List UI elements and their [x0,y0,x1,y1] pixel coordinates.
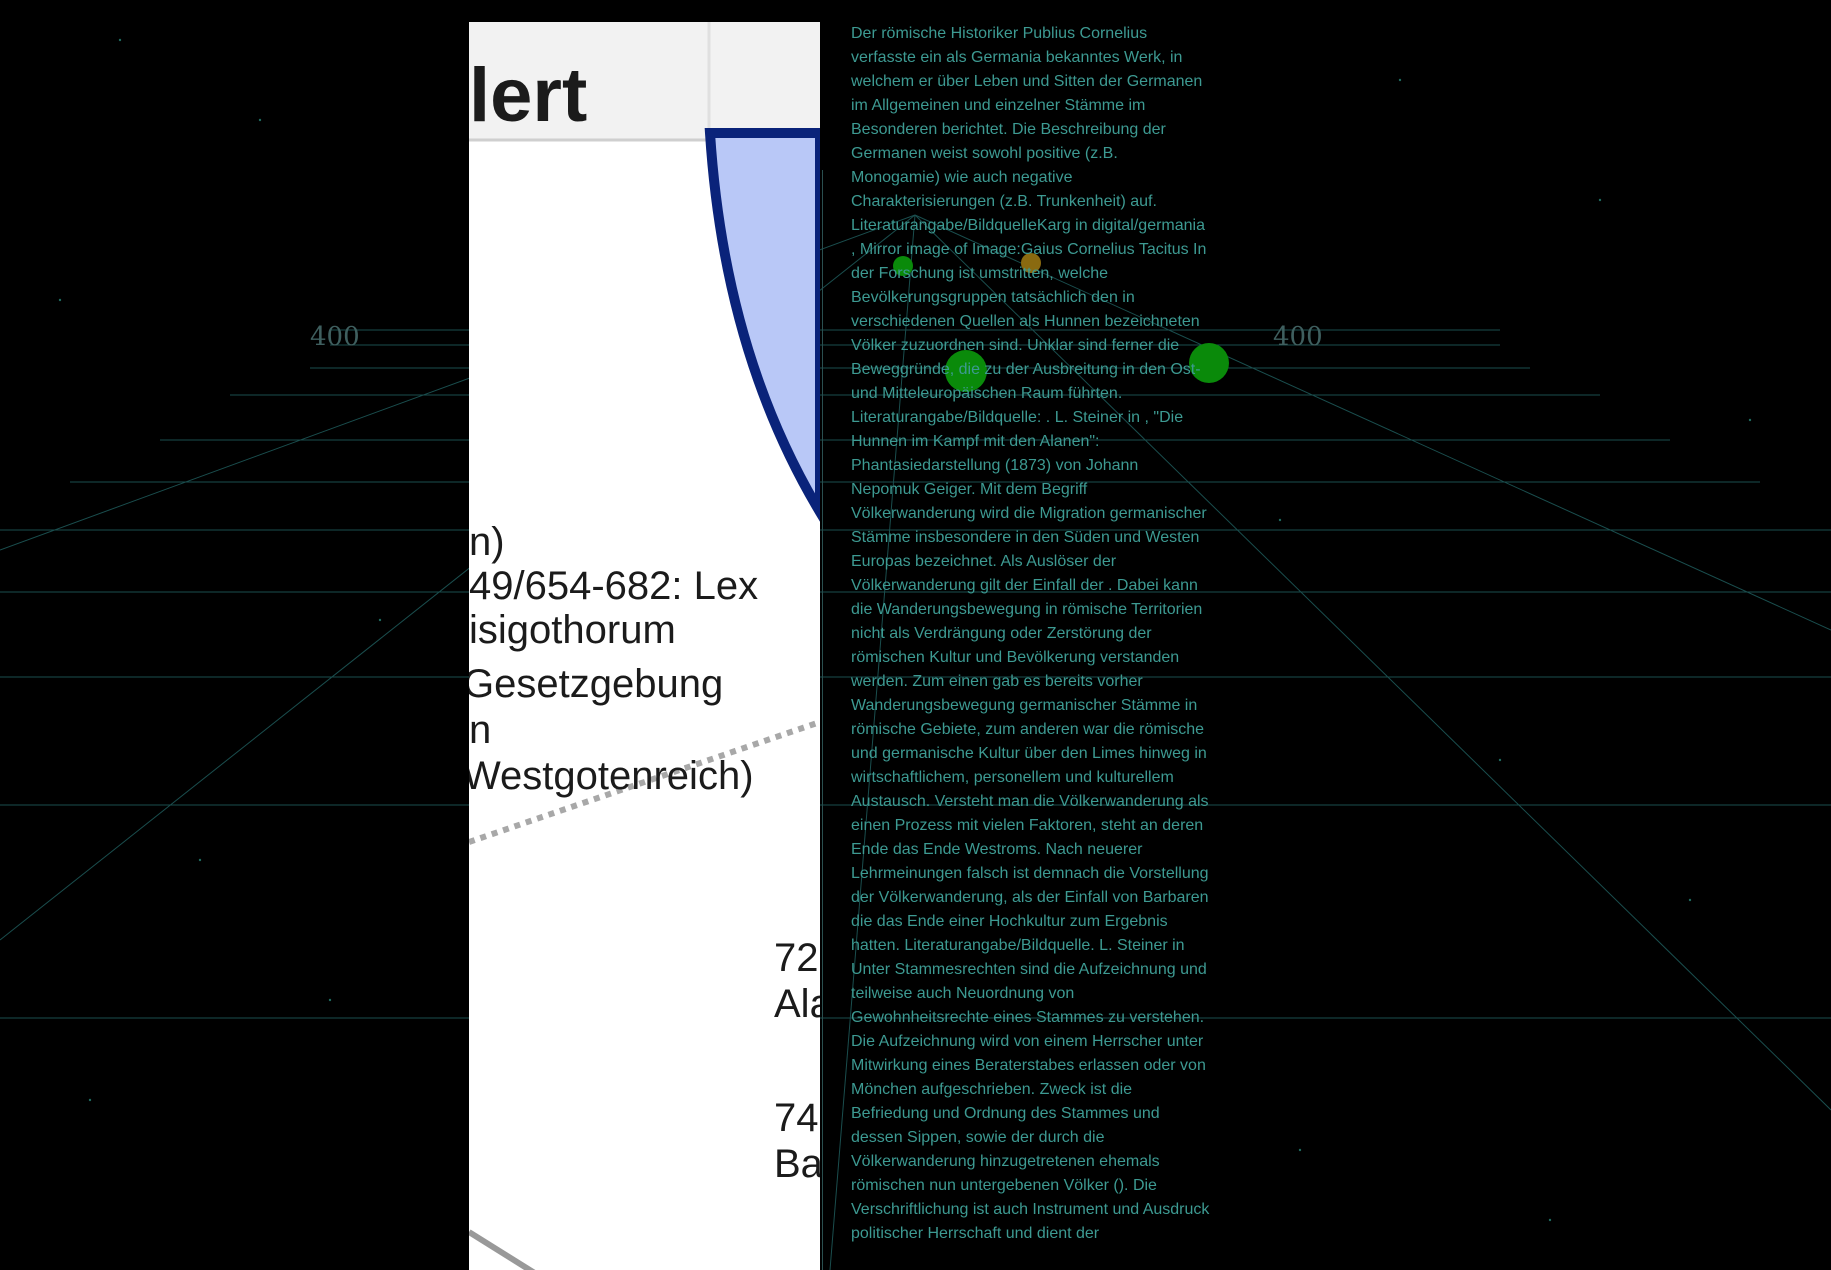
image-text-line: 74 [774,1096,819,1140]
image-text-line: Westgotenreich) [469,754,754,798]
image-text-line: n [469,708,492,752]
image-text-line: 49/654-682: Lex [469,564,759,608]
axis-tick-label-right: 400 [1273,322,1323,352]
image-text-line: Ala [774,982,820,1026]
image-text-line: isigothorum [469,608,676,652]
image-header-fragment: lert [469,53,588,138]
embedded-timeline-image: lert n) 49/654-682: Lex isigothorum Gese… [469,22,820,1270]
article-text: Der römische Historiker Publius Corneliu… [851,22,1211,1246]
panel-divider [822,170,823,1270]
image-text-line: Ba [774,1142,820,1186]
axis-tick-label-left: 400 [310,322,360,352]
image-text-line: Gesetzgebung [469,662,724,706]
image-text-line: 72 [774,936,819,980]
image-text-line: n) [469,520,505,564]
article-paragraph: Der römische Historiker Publius Corneliu… [851,25,1210,1242]
